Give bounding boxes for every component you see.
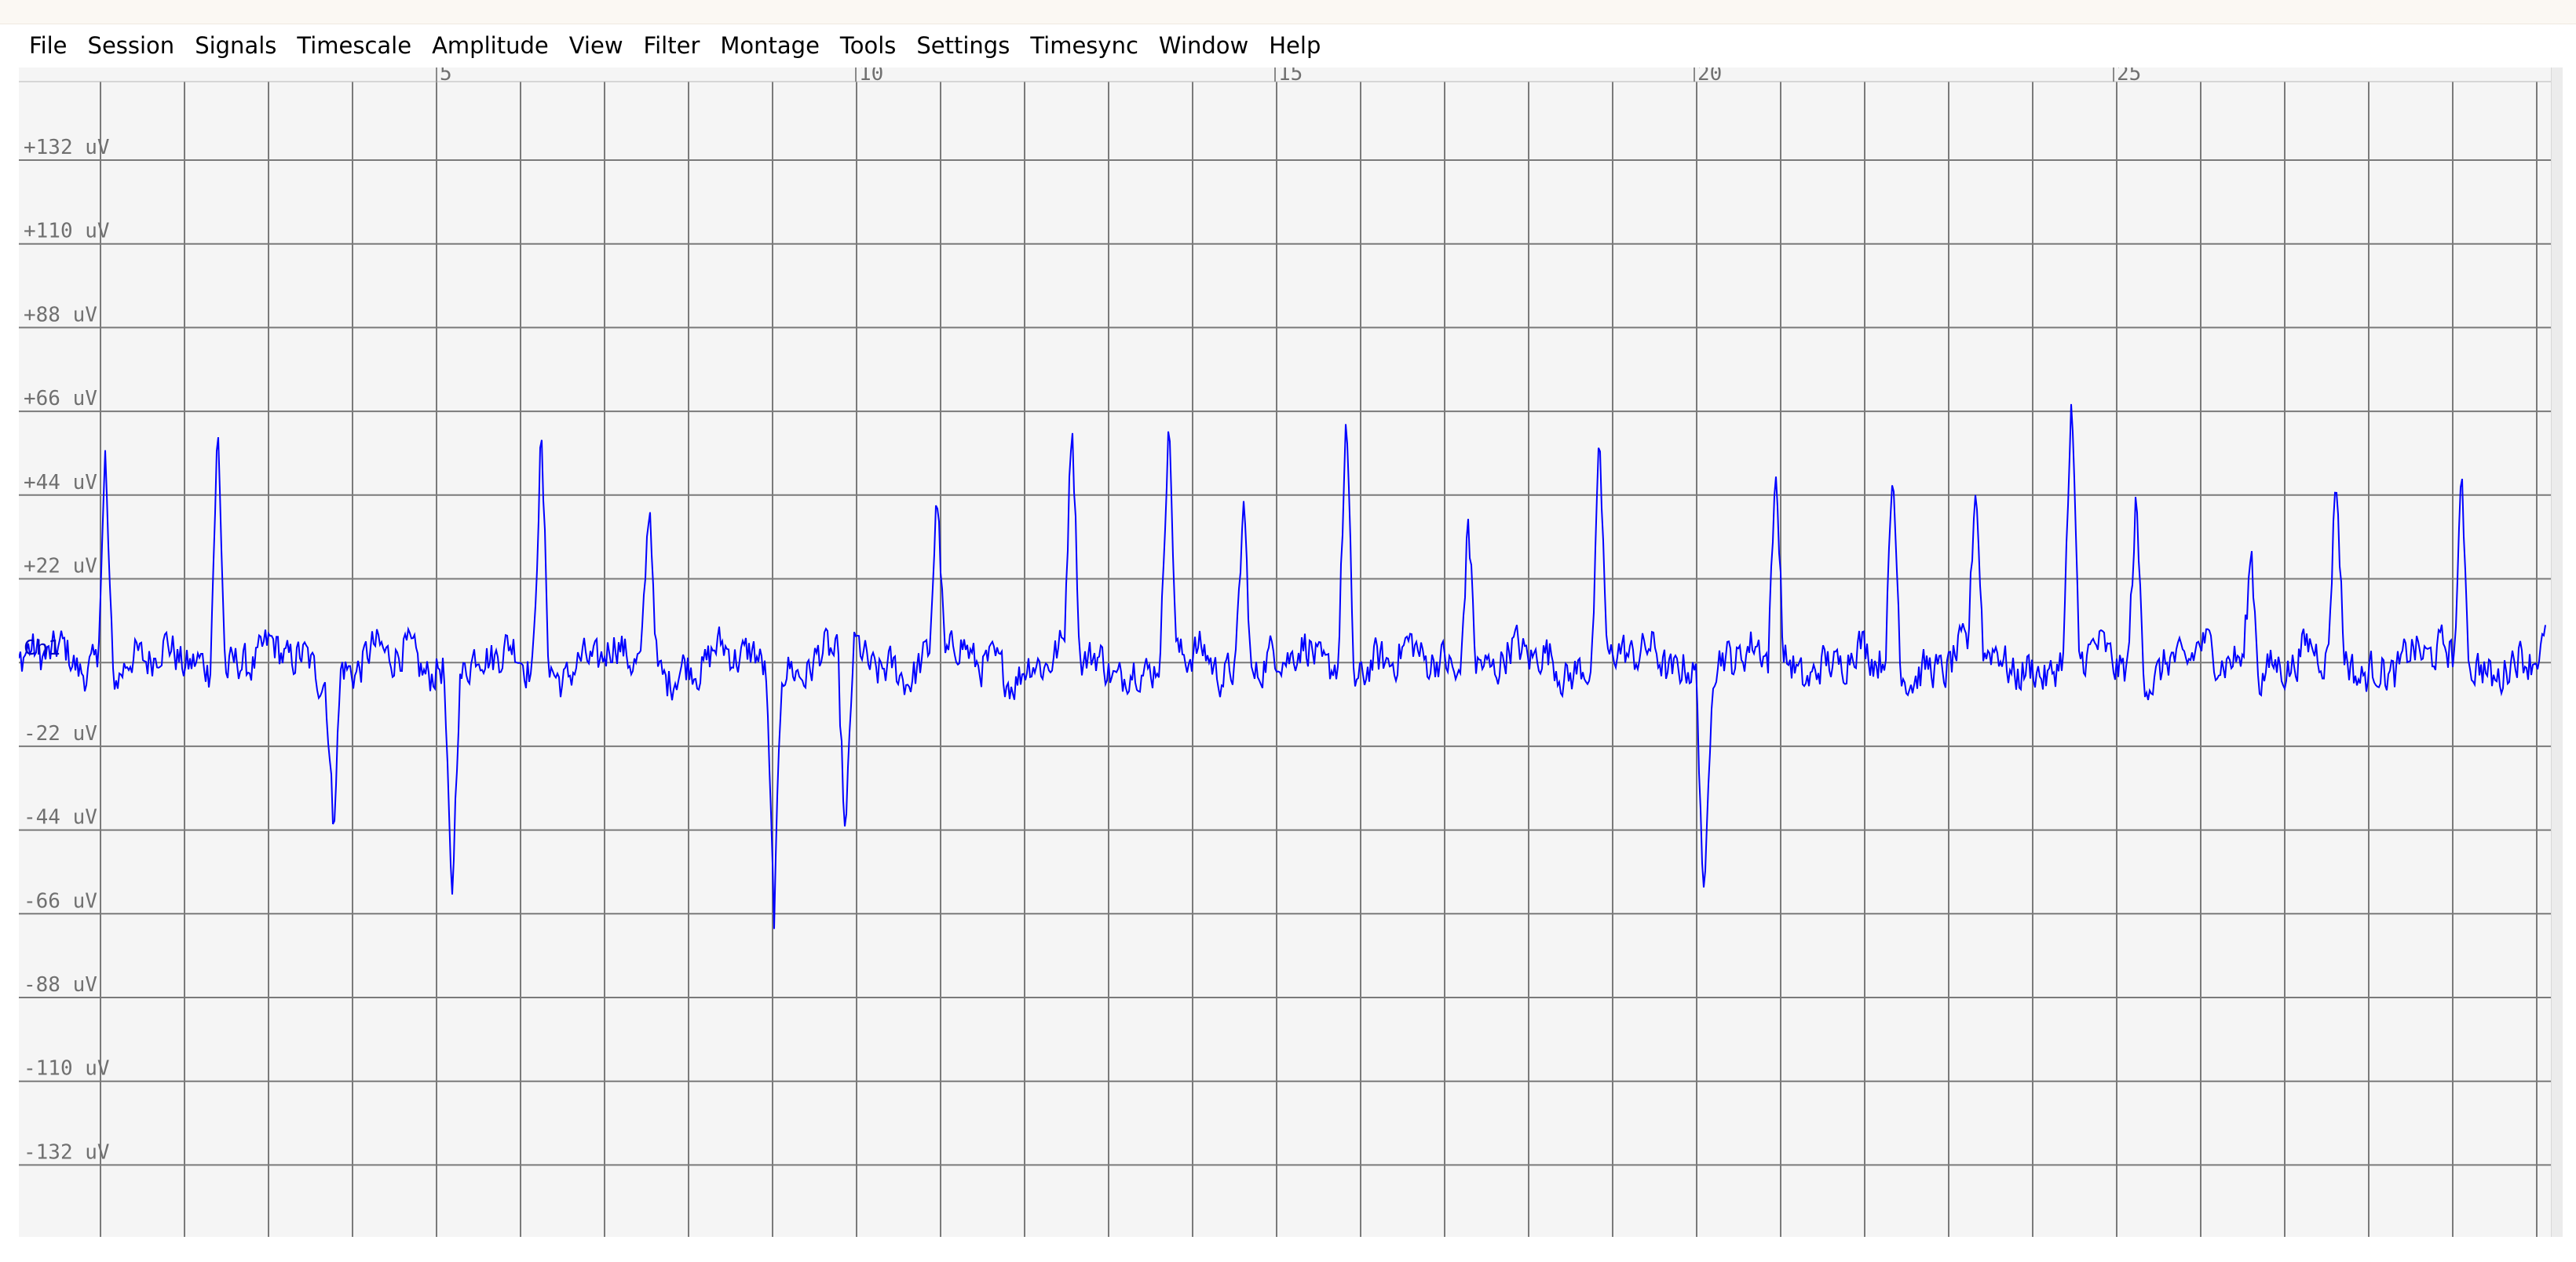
channel-label[interactable]: Ch1 (24, 636, 60, 660)
window-top-strip (0, 0, 2576, 24)
time-ruler-label: 5 (440, 67, 452, 86)
amplitude-label: +88 uV (24, 303, 97, 326)
menu-window[interactable]: Window (1149, 32, 1259, 59)
signal-trace[interactable] (19, 403, 2546, 929)
amplitude-label: +132 uV (24, 136, 110, 159)
time-ruler-label: 20 (1697, 67, 1722, 86)
amplitude-label: +66 uV (24, 387, 97, 410)
menu-filter[interactable]: Filter (634, 32, 711, 59)
signal-viewer[interactable]: 5 10 15 20 25 +132 uV +110 uV +88 uV +66 uV +44 … (19, 67, 2551, 1237)
menu-settings[interactable]: Settings (906, 32, 1020, 59)
signal-canvas[interactable]: 5 10 15 20 25 +132 uV +110 uV +88 uV +66 uV +44 … (19, 67, 2551, 1237)
vertical-scrollbar[interactable] (2551, 67, 2563, 1237)
menu-signals[interactable]: Signals (185, 32, 287, 59)
amplitude-label: -44 uV (24, 806, 97, 830)
menu-file[interactable]: File (19, 32, 78, 59)
amplitude-label: -88 uV (24, 973, 97, 997)
menu-timesync[interactable]: Timesync (1020, 32, 1149, 59)
amplitude-label: +22 uV (24, 555, 97, 578)
menu-timescale[interactable]: Timescale (287, 32, 422, 59)
amplitude-label: -132 uV (24, 1140, 110, 1164)
menu-session[interactable]: Session (78, 32, 185, 59)
menu-tools[interactable]: Tools (830, 32, 906, 59)
time-ruler-label: 15 (1278, 67, 1303, 86)
menu-montage[interactable]: Montage (710, 32, 830, 59)
time-ruler-label: 25 (2117, 67, 2141, 86)
amplitude-label: +44 uV (24, 471, 97, 494)
menu-view[interactable]: View (559, 32, 634, 59)
amplitude-label: -66 uV (24, 889, 97, 913)
time-ruler: 5 10 15 20 25 (19, 67, 2551, 86)
edf-viewer-window: File Session Signals Timescale Amplitude… (0, 0, 2576, 1262)
menu-bar: File Session Signals Timescale Amplitude… (19, 24, 1331, 67)
amplitude-label: +110 uV (24, 220, 110, 243)
amplitude-label: -22 uV (24, 722, 97, 746)
menu-help[interactable]: Help (1259, 32, 1331, 59)
amplitude-label: -110 uV (24, 1057, 110, 1081)
menu-amplitude[interactable]: Amplitude (422, 32, 559, 59)
channel-trace[interactable] (19, 403, 2546, 929)
time-ruler-label: 10 (859, 67, 883, 86)
channel-label-group: Ch1 (24, 636, 60, 660)
